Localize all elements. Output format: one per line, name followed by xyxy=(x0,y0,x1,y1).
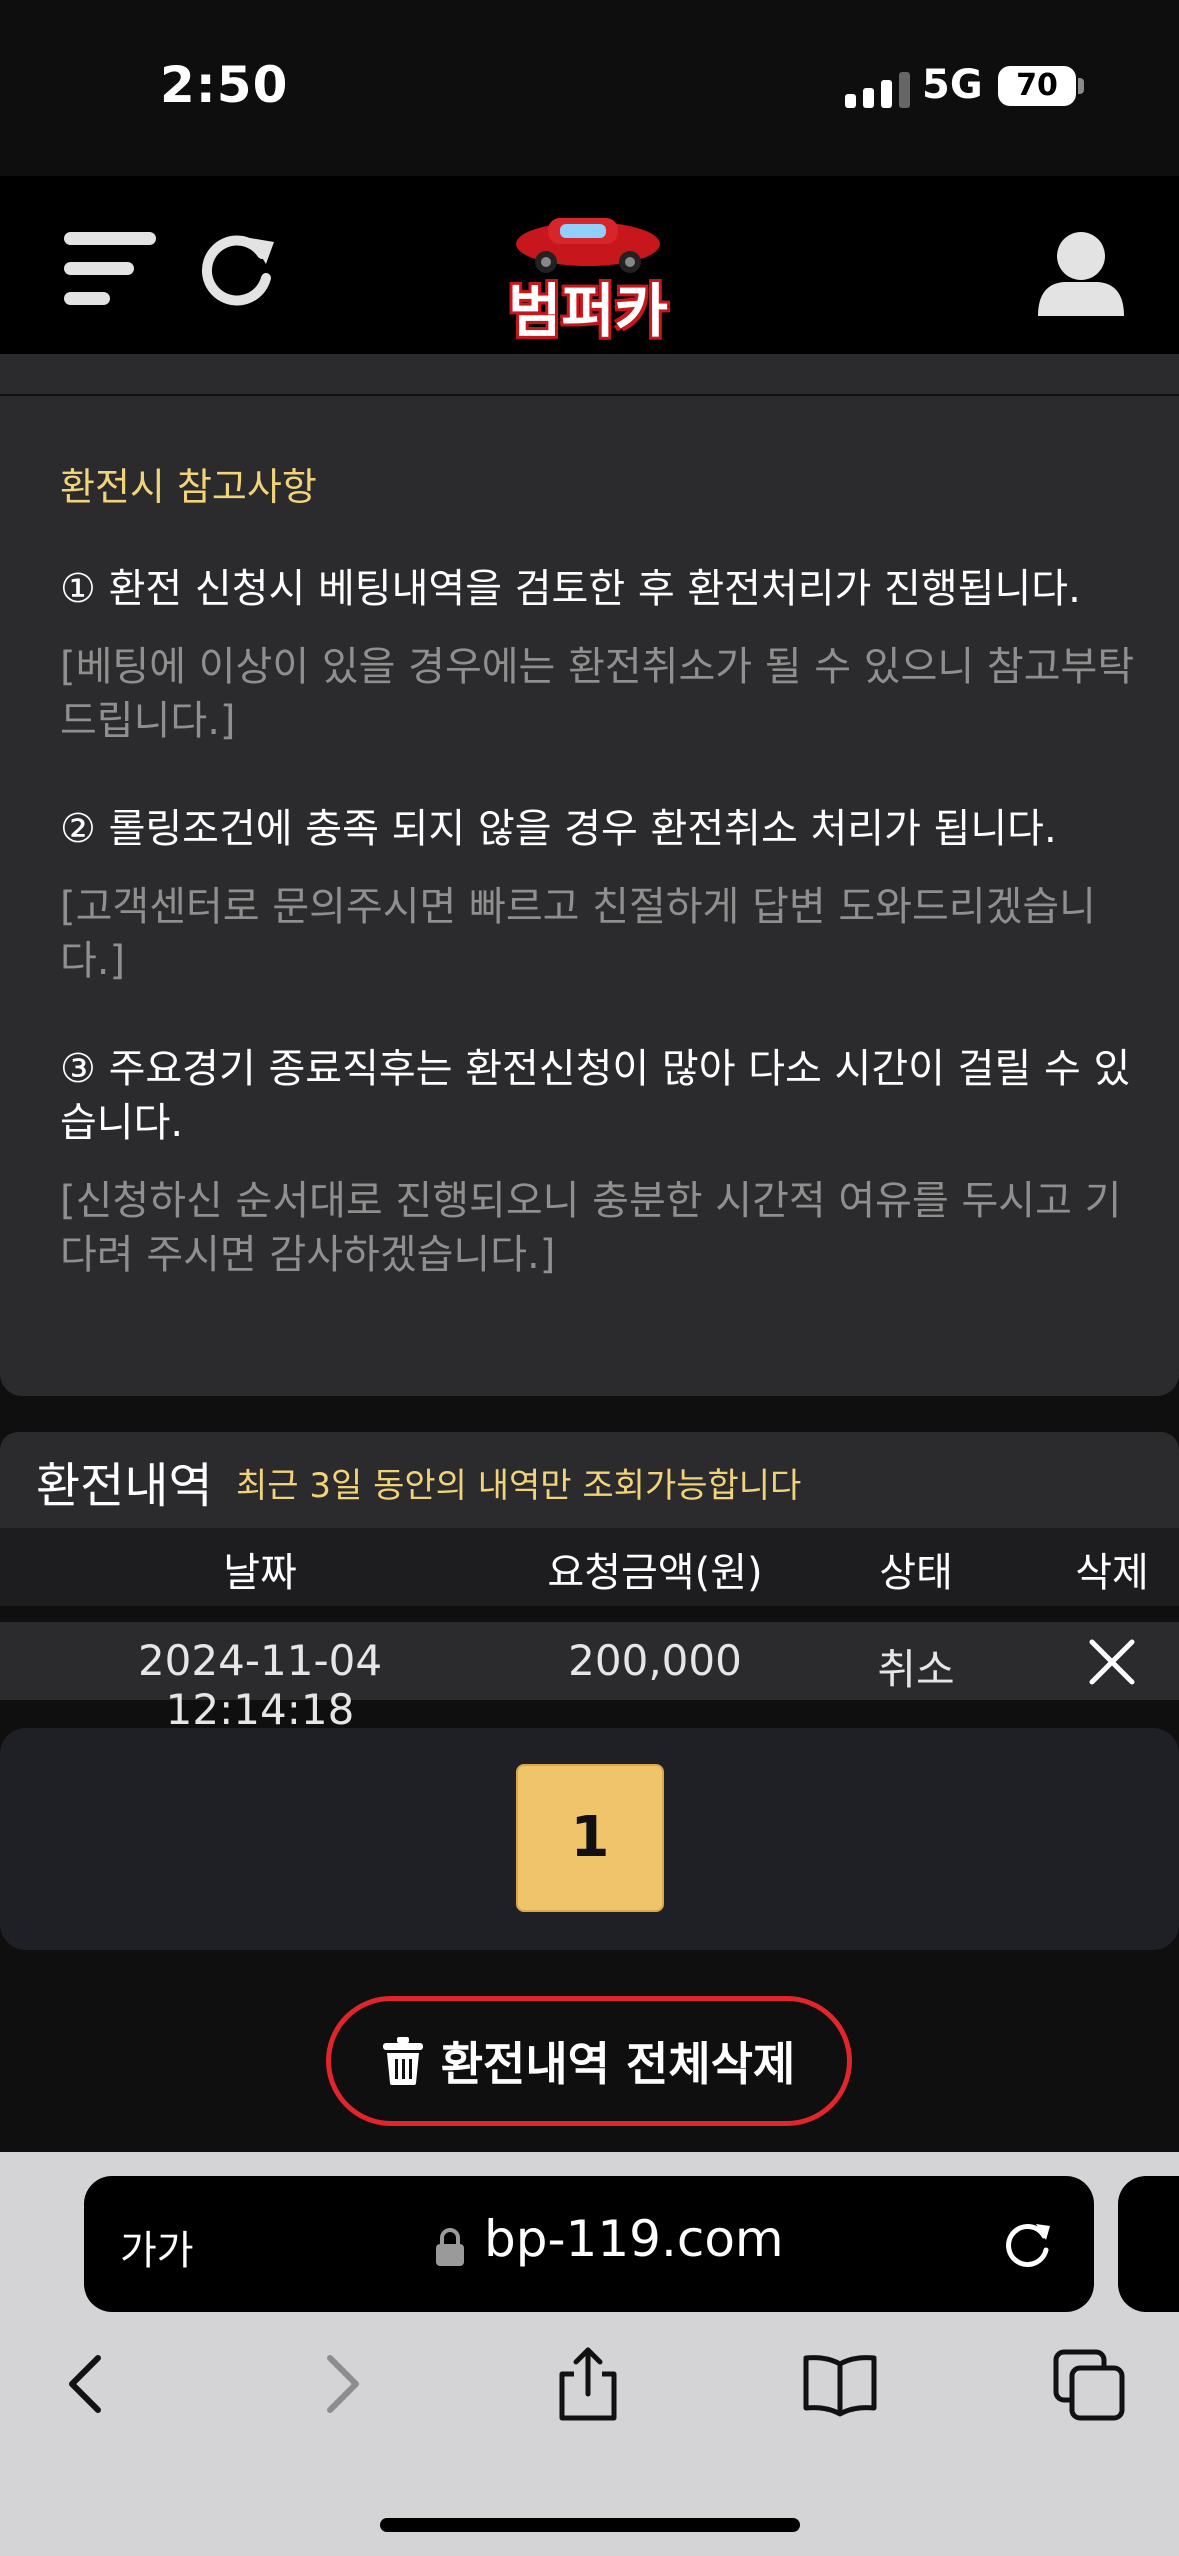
next-tab-preview[interactable] xyxy=(1118,2176,1179,2312)
notice-item-2: ② 롤링조건에 충족 되지 않을 경우 환전취소 처리가 됩니다. xyxy=(60,806,1057,852)
notice-item-1: ① 환전 신청시 베팅내역을 검토한 후 환전처리가 진행됩니다. xyxy=(60,566,1081,612)
network-type: 5G xyxy=(922,62,983,108)
battery-tip xyxy=(1078,78,1084,94)
delete-all-button[interactable]: 환전내역 전체삭제 xyxy=(326,1996,852,2126)
reader-settings-button[interactable]: 가가 xyxy=(120,2218,194,2276)
history-note: 최근 3일 동안의 내역만 조회가능합니다 xyxy=(236,1466,802,1506)
notice-item-2-detail: [고객센터로 문의주시면 빠르고 친절하게 답변 도와드리겠습니다.] xyxy=(60,884,1096,984)
column-amount: 요청금액(원) xyxy=(547,1550,763,1596)
url-text[interactable]: bp-119.com xyxy=(484,2210,784,2268)
refresh-icon[interactable] xyxy=(196,228,280,312)
notice-item-3: ③ 주요경기 종료직후는 환전신청이 많아 다소 시간이 걸릴 수 있습니다. xyxy=(60,1046,1131,1146)
header-divider xyxy=(0,354,1179,397)
logo-text: 범퍼카 xyxy=(507,277,669,345)
column-status: 상태 xyxy=(879,1550,953,1596)
menu-icon[interactable] xyxy=(64,232,156,312)
notice-title: 환전시 참고사항 xyxy=(60,465,317,509)
column-date: 날짜 xyxy=(223,1550,297,1596)
forward-icon[interactable] xyxy=(300,2344,380,2424)
row-date: 2024-11-04 12:14:18 xyxy=(137,1636,383,1734)
row-amount: 200,000 xyxy=(568,1636,742,1685)
delete-all-label: 환전내역 전체삭제 xyxy=(440,2037,796,2091)
reload-icon[interactable] xyxy=(1000,2216,1056,2272)
signal-icon xyxy=(845,68,910,108)
notice-item-1-detail: [베팅에 이상이 있을 경우에는 환전취소가 될 수 있으니 참고부탁드립니다.… xyxy=(60,644,1135,744)
battery-icon: 70 xyxy=(998,66,1076,106)
notice-item-3-detail: [신청하신 순서대로 진행되오니 충분한 시간적 여유를 두시고 기다려 주시면… xyxy=(60,1178,1122,1278)
bookmarks-icon[interactable] xyxy=(800,2344,880,2424)
trash-icon xyxy=(382,2037,423,2085)
status-time: 2:50 xyxy=(160,56,289,114)
user-icon[interactable] xyxy=(1034,226,1128,320)
row-status: 취소 xyxy=(877,1645,955,1694)
history-title: 환전내역 xyxy=(36,1458,213,1514)
tabs-icon[interactable] xyxy=(1050,2344,1130,2424)
home-indicator xyxy=(380,2518,800,2532)
lock-icon xyxy=(436,2228,464,2266)
page-button-1[interactable]: 1 xyxy=(516,1764,664,1912)
close-icon[interactable] xyxy=(1086,1636,1138,1688)
share-icon[interactable] xyxy=(548,2344,628,2424)
site-logo[interactable]: 범퍼카 xyxy=(488,204,688,345)
back-icon[interactable] xyxy=(48,2344,128,2424)
column-delete: 삭제 xyxy=(1075,1550,1149,1596)
